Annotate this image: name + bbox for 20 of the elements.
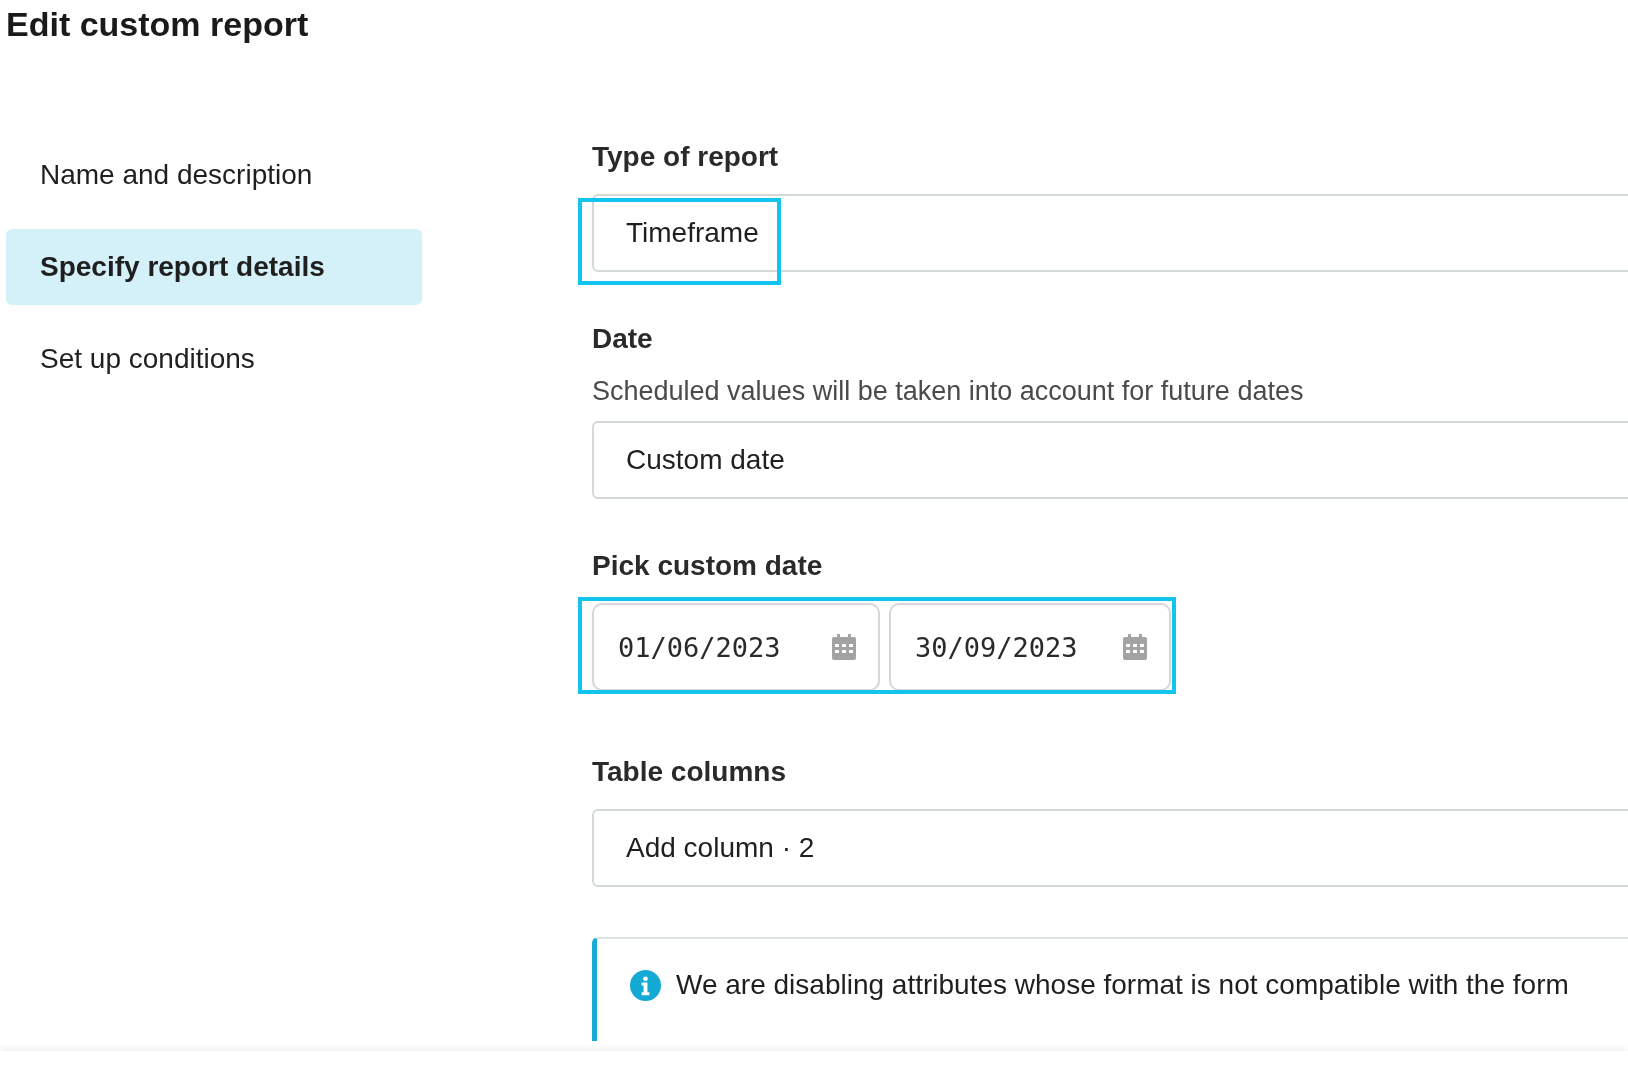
date-select[interactable]: Custom date — [592, 421, 1628, 499]
field-label: Type of report — [592, 140, 780, 174]
calendar-icon — [1123, 634, 1147, 660]
page-title: Edit custom report — [5, 4, 310, 44]
date-field[interactable]: 30/09/2023 — [889, 603, 1171, 691]
field-label: Table columns — [592, 755, 787, 789]
step-tab[interactable]: Set up conditions — [6, 321, 422, 397]
info-icon — [630, 969, 661, 1001]
field-label: Pick custom date — [592, 549, 824, 583]
column-select[interactable]: Add column · 2 — [592, 809, 1628, 887]
date-field[interactable]: 01/06/2023 — [592, 603, 880, 691]
report-type-select[interactable]: Timeframe — [592, 194, 1628, 272]
field-label: Date — [592, 322, 654, 356]
date-value: 01/06/2023 — [618, 631, 781, 663]
step-tab[interactable]: Specify report details — [6, 229, 422, 305]
field-hint: Scheduled values will be taken into account for future dates — [592, 376, 1305, 407]
calendar-icon — [832, 634, 856, 660]
step-tab[interactable]: Name and description — [6, 137, 422, 213]
notice-text: We are disabling attributes whose format is not compatible with the form — [676, 969, 1569, 1001]
date-value: 30/09/2023 — [915, 631, 1078, 663]
